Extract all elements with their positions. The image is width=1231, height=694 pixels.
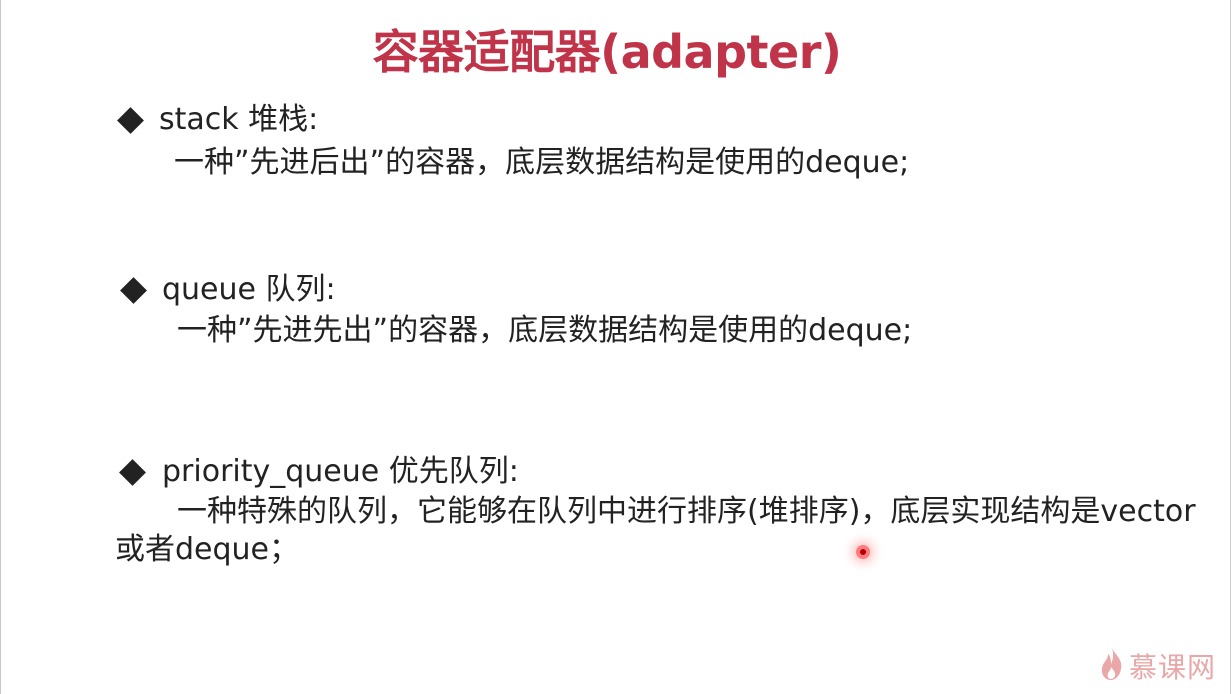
diamond-bullet-icon xyxy=(119,459,146,486)
diamond-bullet-icon xyxy=(120,277,147,304)
diamond-bullet-icon xyxy=(117,107,144,134)
section-heading-priority-queue: priority_queue 优先队列: xyxy=(162,454,519,489)
section-body-stack: 一种”先进后出”的容器，底层数据结构是使用的deque; xyxy=(174,145,910,180)
watermark: 慕课网 xyxy=(1099,646,1216,686)
slide-title: 容器适配器(adapter) xyxy=(372,25,842,79)
section-body-priority-queue-line1: 一种特殊的队列，它能够在队列中进行排序(堆排序)，底层实现结构是vector xyxy=(177,494,1196,529)
section-heading-queue: queue 队列: xyxy=(162,272,336,307)
section-heading-stack: stack 堆栈: xyxy=(159,102,319,137)
section-body-queue: 一种”先进先出”的容器，底层数据结构是使用的deque; xyxy=(177,313,913,348)
watermark-text: 慕课网 xyxy=(1128,651,1216,684)
section-body-priority-queue-line2: 或者deque； xyxy=(115,532,300,567)
slide-frame: 容器适配器(adapter) stack 堆栈: 一种”先进后出”的容器，底层数… xyxy=(0,0,1231,694)
laser-pointer-dot xyxy=(856,545,870,559)
flame-logo-icon xyxy=(1099,647,1125,686)
